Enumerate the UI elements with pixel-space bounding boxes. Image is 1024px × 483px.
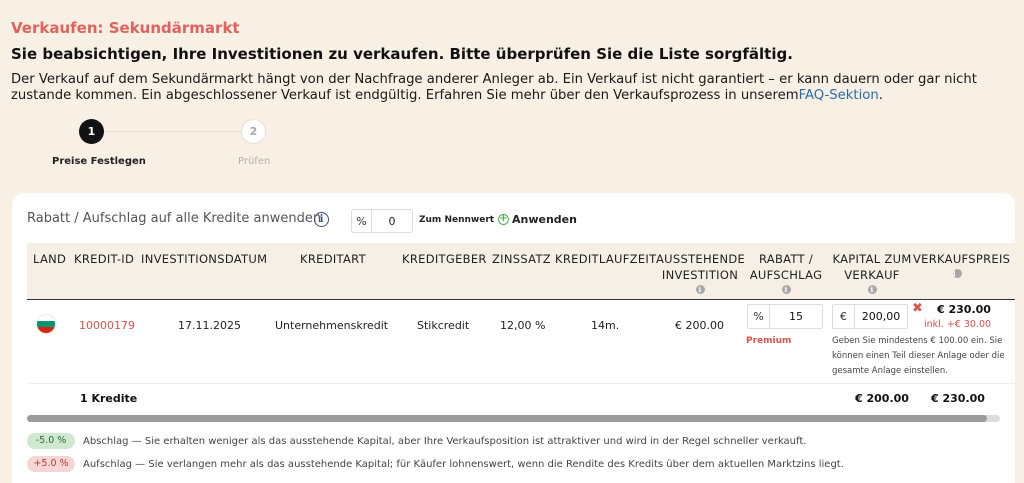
col-kredit-id: KREDIT-ID <box>74 252 135 266</box>
step-1-circle[interactable]: 1 <box>79 119 104 144</box>
col-ausstehende-investition: AUSSTEHENDE INVESTITION i <box>656 251 746 294</box>
premium-text: Aufschlag — Sie verlangen mehr als das a… <box>83 458 844 470</box>
info-icon[interactable]: i <box>695 285 705 294</box>
kredit-id-link[interactable]: 10000179 <box>79 319 135 332</box>
kapital-value[interactable]: 200,00 <box>855 310 907 323</box>
rabatt-value[interactable]: 15 <box>770 310 822 323</box>
description-end: . <box>878 88 883 103</box>
page-description: Der Verkauf auf dem Sekundärmarkt hängt … <box>11 72 1011 104</box>
discount-text: Abschlag — Sie erhalten weniger als das … <box>83 435 807 447</box>
kapital-hint: Geben Sie mindestens € 100.00 ein. Sie k… <box>832 336 1005 376</box>
apply-button[interactable]: + Anwenden <box>498 213 577 226</box>
verkaufspreis-total: € 230.00 <box>931 392 985 405</box>
step-2-circle[interactable]: 2 <box>241 119 266 144</box>
legend-discount: -5.0 % Abschlag — Sie erhalten weniger a… <box>27 433 806 449</box>
bulk-discount-input[interactable]: % 0 <box>351 209 413 233</box>
loan-count: 1 Kredite <box>80 392 138 405</box>
col-kapital-line2: VERKAUF <box>844 268 900 282</box>
percent-prefix: % <box>748 305 770 328</box>
col-land: LAND <box>33 252 67 266</box>
col-ausstehende-line1: AUSSTEHENDE <box>656 252 746 266</box>
step-2-label: Prüfen <box>238 156 271 167</box>
stepper-line <box>104 131 242 132</box>
zinssatz-cell: 12,00 % <box>500 319 546 332</box>
col-kreditart: KREDITART <box>300 252 366 266</box>
page-headline: Sie beabsichtigen, Ihre Investitionen zu… <box>11 45 793 63</box>
bulgaria-flag-icon <box>37 315 55 333</box>
horizontal-scrollbar[interactable] <box>27 415 1000 422</box>
percent-prefix: % <box>352 210 372 232</box>
col-verkaufspreis-label: VERKAUFSPREIS <box>913 252 1011 266</box>
premium-badge: Premium <box>746 336 792 346</box>
col-verkaufspreis: VERKAUFSPREIS i <box>913 251 1015 278</box>
bulk-discount-value[interactable]: 0 <box>372 215 412 228</box>
faq-link[interactable]: FAQ-Sektion <box>799 88 879 103</box>
kapital-input[interactable]: € 200,00 <box>832 304 908 329</box>
scrollbar-thumb[interactable] <box>27 415 987 422</box>
remove-icon[interactable]: ✖ <box>912 301 923 316</box>
sell-card: Rabatt / Aufschlag auf alle Kredite anwe… <box>12 193 1015 483</box>
legend-premium: +5.0 % Aufschlag — Sie verlangen mehr al… <box>27 456 844 472</box>
kreditart-cell: Unternehmenskredit <box>275 319 389 332</box>
col-kreditgeber: KREDITGEBER <box>402 252 487 266</box>
col-zinssatz: ZINSSATZ <box>492 252 551 266</box>
info-icon[interactable]: i <box>867 285 877 294</box>
kreditgeber-cell: Stikcredit <box>417 319 470 332</box>
col-rabatt-line1: RABATT / <box>758 252 814 266</box>
investitionsdatum-cell: 17.11.2025 <box>178 319 241 332</box>
apply-label: Anwenden <box>512 213 577 226</box>
plus-circle-icon: + <box>498 213 509 225</box>
col-rabatt-line2: AUFSCHLAG <box>749 268 823 282</box>
info-icon[interactable]: i <box>781 285 791 294</box>
page-title: Verkaufen: Sekundärmarkt <box>11 19 240 37</box>
col-rabatt-aufschlag: RABATT / AUFSCHLAG i <box>749 251 823 294</box>
rabatt-input[interactable]: % 15 <box>747 304 823 329</box>
verkaufspreis-sub: inkl. +€ 30.00 <box>924 319 992 330</box>
col-investitionsdatum: INVESTITIONSDATUM <box>141 252 268 266</box>
table-footer: 1 Kredite € 200.00 € 230.00 <box>27 385 1015 411</box>
info-icon[interactable]: i <box>953 269 962 278</box>
premium-badge: +5.0 % <box>27 456 75 472</box>
step-1-label: Preise Festlegen <box>52 156 146 167</box>
info-icon[interactable]: i <box>314 212 329 227</box>
bulk-discount-label: Rabatt / Aufschlag auf alle Kredite anwe… <box>27 211 322 226</box>
laufzeit-cell: 14m. <box>591 319 620 332</box>
euro-prefix: € <box>833 305 855 328</box>
ausstehend-cell: € 200.00 <box>675 319 724 332</box>
col-kreditlaufzeit: KREDITLAUFZEIT <box>555 252 657 266</box>
col-kapital-zum-verkauf: KAPITAL ZUM VERKAUF i <box>831 251 913 294</box>
kapital-total: € 200.00 <box>855 392 909 405</box>
col-ausstehende-line2: INVESTITION <box>661 268 739 282</box>
nennwert-button[interactable]: Zum Nennwert <box>419 215 494 225</box>
verkaufspreis-value: € 230.00 <box>937 303 991 316</box>
table-header: LAND KREDIT-ID INVESTITIONSDATUM KREDITA… <box>27 243 1015 300</box>
discount-badge: -5.0 % <box>27 433 75 449</box>
col-kapital-line1: KAPITAL ZUM <box>832 252 912 266</box>
table-row: 10000179 17.11.2025 Unternehmenskredit S… <box>27 301 1015 384</box>
